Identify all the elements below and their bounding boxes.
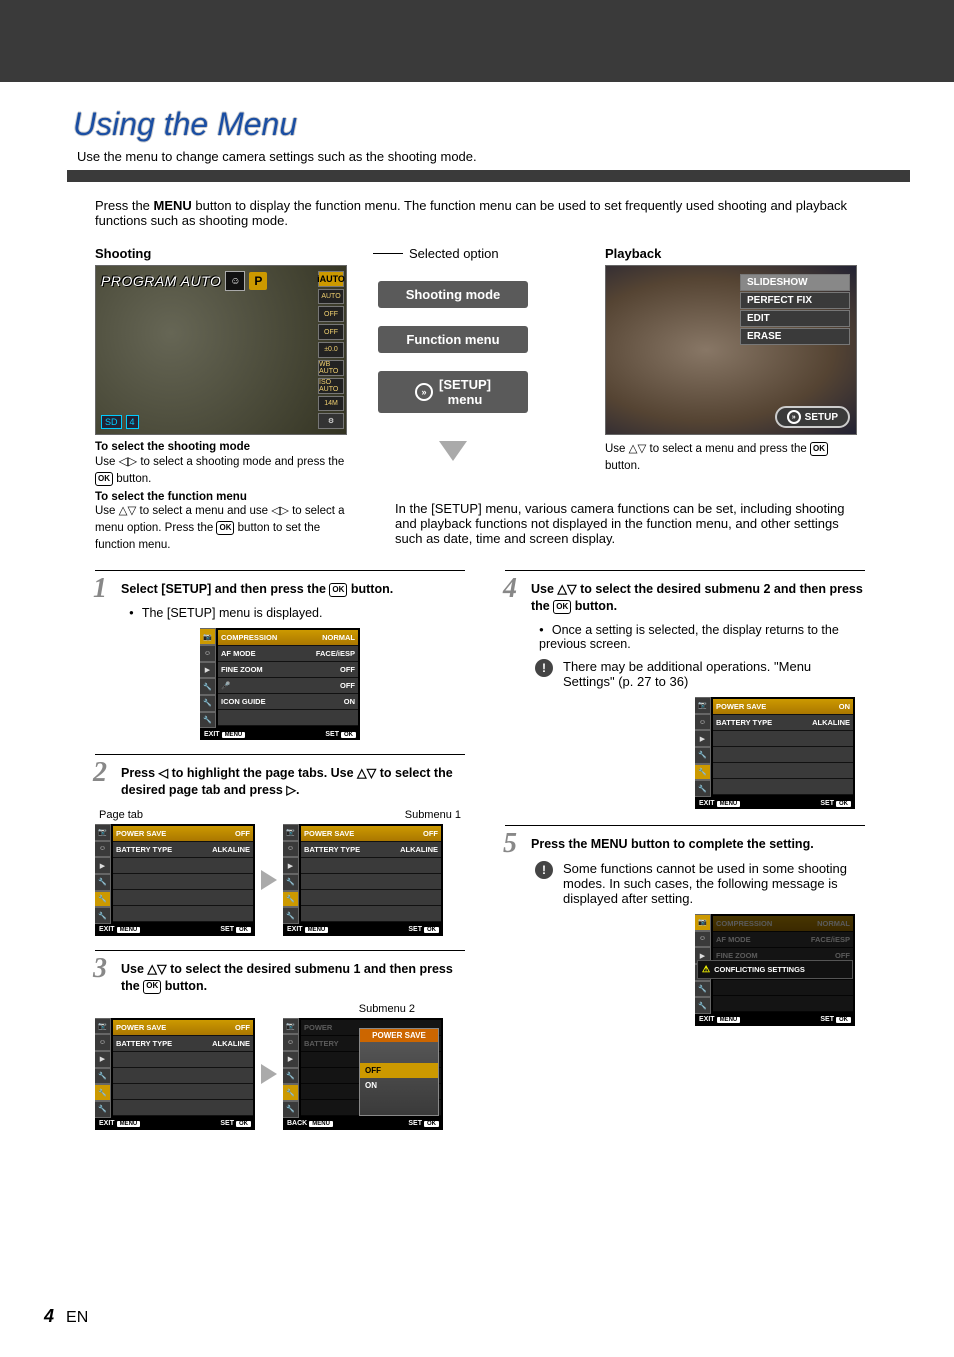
sd-indicator: SD bbox=[101, 415, 122, 429]
setup-menu-screenshot-3b: 📷☺▶🔧🔧🔧 POWERBATTERY POWER SAVE OFF ON BA… bbox=[283, 1018, 443, 1130]
ok-button-icon: OK bbox=[216, 521, 234, 535]
ok-button-icon: OK bbox=[553, 600, 571, 614]
menu-slideshow: SLIDESHOW bbox=[740, 274, 850, 291]
down-arrow-icon bbox=[439, 441, 467, 461]
playback-instr: Use △▽ to select a menu and press the OK… bbox=[605, 441, 865, 474]
setup-gear-icon: ⚙ bbox=[318, 413, 344, 429]
page-title: Using the Menu bbox=[73, 106, 905, 143]
ok-button-icon: OK bbox=[95, 472, 113, 486]
callout-shooting-mode: Shooting mode bbox=[378, 281, 528, 308]
playback-lcd: SLIDESHOW PERFECT FIX EDIT ERASE »SETUP bbox=[605, 265, 857, 435]
page-subtitle: Use the menu to change camera settings s… bbox=[77, 149, 905, 164]
setup-menu-screenshot-2a: 📷☺▶🔧🔧🔧 POWER SAVEOFFBATTERY TYPEALKALINE… bbox=[95, 824, 255, 936]
conflict-banner: CONFLICTING SETTINGS bbox=[697, 960, 853, 979]
select-func-menu-body: Use △▽ to select a menu and use ◁▷ to se… bbox=[95, 503, 355, 553]
step4-note: ! There may be additional operations. "M… bbox=[535, 659, 865, 689]
select-func-menu-hdr: To select the function menu bbox=[95, 491, 355, 503]
portrait-icon: ☺ bbox=[225, 271, 245, 291]
step-4: 4 Use △▽ to select the desired submenu 2… bbox=[505, 581, 865, 615]
separator bbox=[67, 170, 910, 182]
menu-erase: ERASE bbox=[740, 328, 850, 345]
page-lang: EN bbox=[66, 1309, 88, 1327]
right-arrow-icon bbox=[261, 870, 277, 890]
step5-note: ! Some functions cannot be used in some … bbox=[535, 861, 865, 906]
intro-text: Press the MENU button to display the fun… bbox=[95, 198, 865, 228]
playback-menu: SLIDESHOW PERFECT FIX EDIT ERASE bbox=[740, 274, 850, 346]
page-number: 4 bbox=[44, 1306, 54, 1327]
ok-button-icon: OK bbox=[329, 583, 347, 597]
step4-bullet: Once a setting is selected, the display … bbox=[539, 623, 865, 651]
setup-pill: »SETUP bbox=[775, 406, 850, 428]
submenu-popup: POWER SAVE OFF ON bbox=[359, 1028, 439, 1116]
mode-title: PROGRAM AUTO bbox=[101, 273, 221, 289]
select-shoot-mode-hdr: To select the shooting mode bbox=[95, 441, 355, 453]
note-icon: ! bbox=[535, 861, 553, 879]
side-settings-column: iAUTO AUTO OFF OFF ±0.0 WB AUTO ISO AUTO… bbox=[318, 271, 344, 429]
submenu2-caption: Submenu 2 bbox=[95, 1003, 465, 1015]
submenu1-caption: Submenu 1 bbox=[405, 809, 461, 821]
step-5: 5 Press the MENU button to complete the … bbox=[505, 836, 865, 853]
conflict-screenshot: 📷☺▶🔧🔧🔧 COMPRESSIONNORMALAF MODEFACE/iESP… bbox=[695, 914, 855, 1026]
callout-function-menu: Function menu bbox=[378, 326, 528, 353]
setup-paragraph: In the [SETUP] menu, various camera func… bbox=[395, 501, 865, 546]
shooting-lcd: PROGRAM AUTO ☺ P iAUTO AUTO OFF OFF ±0.0… bbox=[95, 265, 347, 435]
tab-camera-icon: 📷 bbox=[200, 628, 216, 645]
setup-menu-screenshot-4: 📷☺▶🔧🔧🔧 POWER SAVEONBATTERY TYPEALKALINE … bbox=[695, 697, 855, 809]
shooting-label: Shooting bbox=[95, 246, 151, 261]
setup-menu-screenshot-1: 📷☺▶🔧🔧🔧 COMPRESSIONNORMALAF MODEFACE/iESP… bbox=[200, 628, 360, 740]
setup-menu-screenshot-3a: 📷☺▶🔧🔧🔧 POWER SAVEOFFBATTERY TYPEALKALINE… bbox=[95, 1018, 255, 1130]
playback-label: Playback bbox=[605, 246, 865, 261]
setup-menu-screenshot-2b: 📷☺▶🔧🔧🔧 POWER SAVEOFFBATTERY TYPEALKALINE… bbox=[283, 824, 443, 936]
selected-option-label: Selected option bbox=[409, 246, 499, 261]
menu-edit: EDIT bbox=[740, 310, 850, 327]
page-tab-caption: Page tab bbox=[99, 809, 143, 821]
note-icon: ! bbox=[535, 659, 553, 677]
count-indicator: 4 bbox=[126, 415, 139, 429]
ok-button-icon: OK bbox=[810, 442, 828, 456]
ok-button-icon: OK bbox=[143, 980, 161, 994]
right-arrow-icon bbox=[261, 1064, 277, 1084]
step-1: 1 Select [SETUP] and then press the OK b… bbox=[95, 581, 465, 598]
p-mode-badge: P bbox=[249, 272, 267, 290]
header-bar bbox=[0, 0, 954, 82]
select-shoot-mode-body: Use ◁▷ to select a shooting mode and pre… bbox=[95, 453, 355, 487]
step-3: 3 Use △▽ to select the desired submenu 1… bbox=[95, 961, 465, 995]
page-footer: 4 EN bbox=[44, 1306, 88, 1327]
step-2: 2 Press ◁ to highlight the page tabs. Us… bbox=[95, 765, 465, 799]
step1-bullet: The [SETUP] menu is displayed. bbox=[129, 606, 465, 620]
callout-setup-menu: » [SETUP]menu bbox=[378, 371, 528, 413]
menu-perfect-fix: PERFECT FIX bbox=[740, 292, 850, 309]
